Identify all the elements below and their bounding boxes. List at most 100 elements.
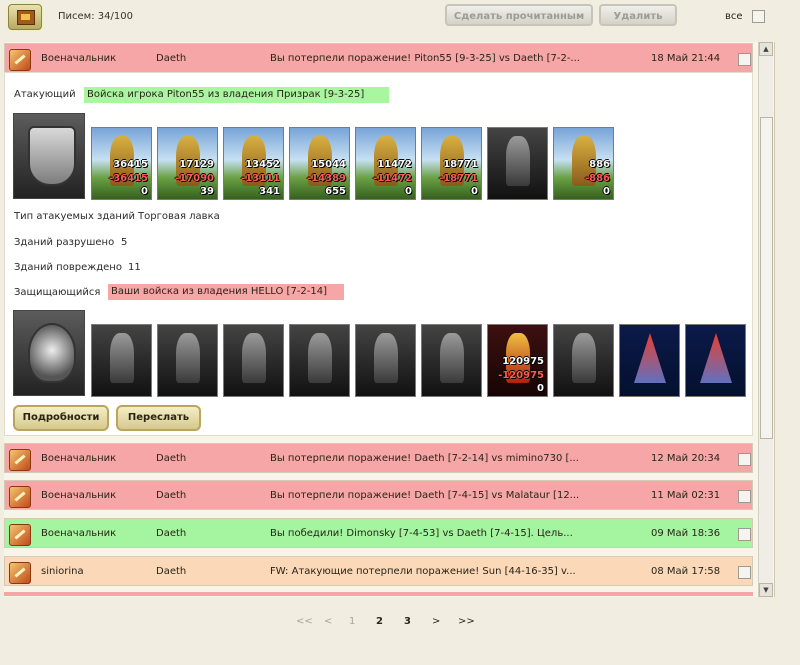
unit-count: 886 xyxy=(589,159,610,170)
select-all-label: все xyxy=(725,11,743,22)
unit-count: 0 xyxy=(471,186,478,197)
damaged-label: Зданий повреждено xyxy=(14,262,122,273)
message-subject[interactable]: Вы потерпели поражение! Daeth [7-2-14] v… xyxy=(270,453,579,464)
message-subject[interactable]: Вы потерпели поражение! Daeth [7-4-15] v… xyxy=(270,490,579,501)
attacker-value: Войска игрока Piton55 из владения Призра… xyxy=(84,87,389,103)
unit-count: -886 xyxy=(584,173,610,184)
message-row[interactable]: Военачальник Daeth Вы потерпели поражени… xyxy=(4,43,753,73)
message-subject[interactable]: Вы победили! Dimonsky [7-4-53] vs Daeth … xyxy=(270,528,573,539)
defender-label: Защищающийся xyxy=(14,287,101,298)
page-1: 1 xyxy=(349,616,356,627)
unit-slot xyxy=(91,324,152,397)
message-checkbox[interactable] xyxy=(738,453,751,466)
unit-portrait-icon xyxy=(440,333,464,383)
unit-slot xyxy=(619,324,680,397)
select-all-checkbox[interactable] xyxy=(752,10,765,23)
scroll-thumb[interactable] xyxy=(760,117,773,439)
unit-slot: 886 -886 0 xyxy=(553,127,614,200)
message-date: 18 Май 21:44 xyxy=(651,53,721,64)
message-sender: Военачальник xyxy=(41,453,117,464)
message-sender: siniorina xyxy=(41,566,84,577)
message-row[interactable]: Военачальник Daeth Вы победили! Dimonsky… xyxy=(4,518,753,548)
page-prev: < xyxy=(324,616,333,627)
unit-slot: 120975 -120975 0 xyxy=(487,324,548,397)
unit-count: -120975 xyxy=(498,370,544,381)
unit-count: 11472 xyxy=(377,159,412,170)
building-type-value: Торговая лавка xyxy=(138,211,220,222)
unit-count: 39 xyxy=(200,186,214,197)
message-sender: Военачальник xyxy=(41,528,117,539)
mailbox-icon[interactable] xyxy=(8,4,42,30)
page-2[interactable]: 2 xyxy=(376,616,383,627)
attacker-label: Атакующий xyxy=(14,89,76,100)
unit-count: -36415 xyxy=(109,173,148,184)
message-subject[interactable]: Вы потерпели поражение! Piton55 [9-3-25]… xyxy=(270,53,580,64)
message-sender: Военачальник xyxy=(41,53,117,64)
message-subject[interactable]: FW: Атакующие потерпели поражение! Sun [… xyxy=(270,566,576,577)
delete-button[interactable]: Удалить xyxy=(599,4,677,26)
unit-count: 0 xyxy=(537,383,544,394)
page-3[interactable]: 3 xyxy=(404,616,411,627)
unit-slot: 15044 -14389 655 xyxy=(289,127,350,200)
message-date: 09 Май 18:36 xyxy=(651,528,721,539)
unit-slot xyxy=(289,324,350,397)
page-next[interactable]: > xyxy=(432,616,440,627)
unit-portrait-icon xyxy=(308,333,332,383)
attacker-crest-icon xyxy=(13,113,85,199)
damaged-value: 11 xyxy=(128,262,141,273)
unit-portrait-icon xyxy=(634,333,666,383)
mark-read-button[interactable]: Сделать прочитанным xyxy=(445,4,593,26)
letters-count: Писем: 34/100 xyxy=(58,11,133,22)
sword-icon xyxy=(9,449,31,471)
unit-slot xyxy=(487,127,548,200)
unit-portrait-icon xyxy=(110,333,134,383)
unit-count: 341 xyxy=(259,186,280,197)
unit-count: 18771 xyxy=(443,159,478,170)
unit-slot: 13452 -13111 341 xyxy=(223,127,284,200)
message-row[interactable]: siniorina Daeth FW: Атакующие потерпели … xyxy=(4,556,753,586)
unit-slot xyxy=(223,324,284,397)
unit-portrait-icon xyxy=(374,333,398,383)
message-checkbox[interactable] xyxy=(738,490,751,503)
unit-slot: 36415 -36415 0 xyxy=(91,127,152,200)
message-date: 11 Май 02:31 xyxy=(651,490,721,501)
unit-count: 17129 xyxy=(179,159,214,170)
unit-slot: 18771 -18771 0 xyxy=(421,127,482,200)
unit-slot xyxy=(421,324,482,397)
message-row[interactable]: Военачальник Daeth Вы потерпели поражени… xyxy=(4,480,753,510)
scroll-down-icon[interactable]: ▼ xyxy=(759,583,773,597)
message-recipient: Daeth xyxy=(156,566,187,577)
defender-value: Ваши войска из владения HELLO [7-2-14] xyxy=(108,284,344,300)
message-recipient: Daeth xyxy=(156,490,187,501)
message-checkbox[interactable] xyxy=(738,53,751,66)
scrollbar[interactable]: ▲ ▼ xyxy=(758,42,773,597)
unit-slot xyxy=(157,324,218,397)
message-sender: Военачальник xyxy=(41,490,117,501)
unit-portrait-icon xyxy=(506,136,530,186)
sword-icon xyxy=(9,524,31,546)
unit-slot xyxy=(553,324,614,397)
scroll-up-icon[interactable]: ▲ xyxy=(759,42,773,56)
details-button[interactable]: Подробности xyxy=(13,405,109,431)
unit-count: 15044 xyxy=(311,159,346,170)
forward-button[interactable]: Переслать xyxy=(116,405,201,431)
message-recipient: Daeth xyxy=(156,453,187,464)
top-toolbar: Писем: 34/100 Сделать прочитанным Удалит… xyxy=(0,0,800,34)
unit-count: -17090 xyxy=(175,173,214,184)
unit-slot: 17129 -17090 39 xyxy=(157,127,218,200)
destroyed-value: 5 xyxy=(121,237,128,248)
page-last[interactable]: >> xyxy=(458,616,475,627)
message-date: 08 Май 17:58 xyxy=(651,566,721,577)
message-row[interactable]: Военачальник Daeth Вы потерпели поражени… xyxy=(4,443,753,473)
unit-count: 0 xyxy=(141,186,148,197)
message-recipient: Daeth xyxy=(156,53,187,64)
message-checkbox[interactable] xyxy=(738,528,751,541)
message-checkbox[interactable] xyxy=(738,566,751,579)
unit-count: 655 xyxy=(325,186,346,197)
unit-count: -11472 xyxy=(373,173,412,184)
unit-count: -14389 xyxy=(307,173,346,184)
unit-count: -18771 xyxy=(439,173,478,184)
unit-portrait-icon xyxy=(700,333,732,383)
unit-count: 0 xyxy=(603,186,610,197)
building-type-label: Тип атакуемых зданий xyxy=(14,211,135,222)
